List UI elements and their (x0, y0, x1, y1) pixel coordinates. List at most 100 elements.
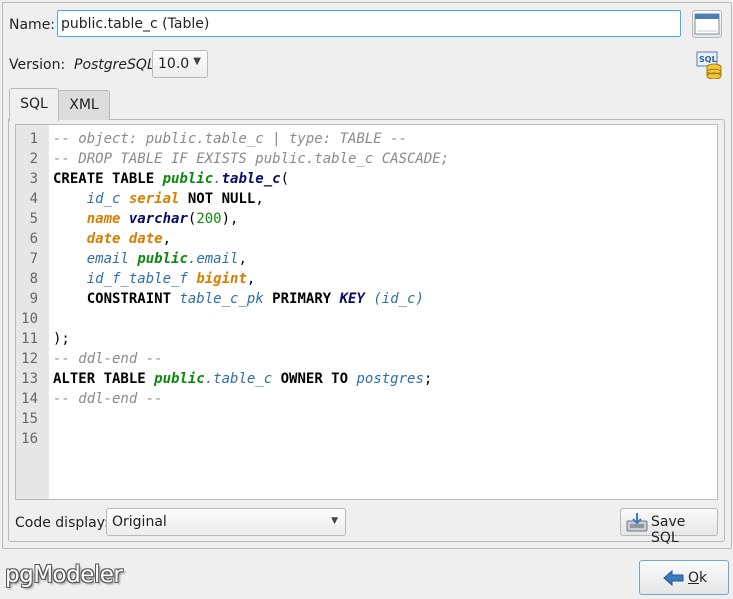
code-token: id_f_table_f (86, 271, 188, 287)
code-text: CREATE TABLE public.table_c( (53, 169, 289, 189)
code-token: public (137, 251, 188, 267)
line-number: 16 (21, 431, 38, 447)
code-token: ), (221, 211, 239, 227)
version-label: Version: (9, 57, 66, 73)
chevron-down-icon: ▼ (331, 516, 338, 526)
code-token: PRIMARY (263, 291, 340, 307)
line-number: 14 (21, 391, 38, 407)
save-sql-button[interactable]: Save SQL (620, 508, 718, 546)
line-number: 7 (29, 251, 38, 267)
name-label: Name: (9, 17, 56, 33)
line-number: 9 (29, 291, 38, 307)
chevron-down-icon: ▼ (193, 56, 201, 67)
line-number: 2 (29, 151, 38, 167)
code-token: ( (280, 171, 290, 187)
tab-sql[interactable]: SQL (9, 88, 59, 121)
line-number: 5 (29, 211, 38, 227)
line-number: 4 (29, 191, 38, 207)
code-token: , (255, 191, 264, 207)
line-number: 6 (29, 231, 38, 247)
app-logo: pgModeler (5, 562, 123, 588)
line-number: 11 (21, 331, 38, 347)
code-token: , (162, 231, 172, 247)
code-text: ALTER TABLE public.table_c OWNER TO post… (53, 369, 432, 389)
code-token: table_c_pk (179, 291, 264, 307)
code-token: -- object: public.table_c | type: TABLE … (53, 131, 408, 147)
code-token: name (86, 211, 121, 227)
code-token: -- DROP TABLE IF EXISTS public.table_c C… (53, 151, 450, 167)
code-token: date (86, 231, 121, 247)
code-token: postgres (356, 371, 424, 387)
code-token: bigint (196, 271, 247, 287)
code-token: varchar (128, 211, 188, 227)
code-text: -- ddl-end -- (53, 389, 163, 409)
code-token: ); (53, 331, 70, 347)
code-token: -- ddl-end -- (53, 351, 163, 367)
version-db-label: PostgreSQL (74, 57, 155, 73)
code-token: . (213, 171, 222, 187)
code-token: id_c (86, 191, 121, 207)
window-icon (694, 13, 720, 35)
line-number: 13 (21, 371, 38, 387)
code-text: name varchar(200), (53, 209, 239, 229)
line-number: 1 (29, 131, 38, 147)
code-text: id_f_table_f bigint, (53, 269, 256, 289)
code-token: serial (128, 191, 180, 207)
line-number: 3 (29, 171, 38, 187)
code-text: -- DROP TABLE IF EXISTS public.table_c C… (53, 149, 449, 169)
code-text: email public.email, (53, 249, 247, 269)
code-token: KEY (339, 291, 365, 307)
code-token: CREATE TABLE (53, 171, 163, 187)
ok-label: Ok (688, 570, 707, 586)
code-text: ); (53, 329, 70, 349)
code-text: CONSTRAINT table_c_pk PRIMARY KEY (id_c) (53, 289, 424, 309)
line-number: 12 (21, 351, 38, 367)
version-select[interactable]: 10.0 ▼ (152, 50, 208, 78)
version-select-value: 10.0 (158, 56, 190, 72)
code-token: .table_c (204, 371, 273, 387)
code-display-label: Code display: (15, 515, 109, 531)
code-text: -- ddl-end -- (53, 349, 163, 369)
name-field[interactable] (57, 10, 681, 37)
line-number: 10 (21, 311, 38, 327)
object-window-button[interactable] (692, 10, 722, 38)
code-display-select[interactable]: Original ▼ (106, 508, 346, 536)
code-token: NOT NULL (179, 191, 256, 207)
code-token: 200 (196, 211, 222, 227)
code-token: .email (187, 251, 239, 267)
svg-text:SQL: SQL (699, 55, 717, 64)
code-token: (id_c) (373, 291, 424, 307)
arrow-left-icon (663, 569, 684, 587)
sql-database-icon: SQL (696, 51, 722, 80)
code-text: date date, (53, 229, 171, 249)
code-token: ALTER TABLE (53, 371, 155, 387)
code-token: , (246, 271, 256, 287)
save-sql-label: Save SQL (651, 514, 686, 546)
code-token: table_c (221, 171, 281, 187)
code-token: -- ddl-end -- (53, 391, 163, 407)
ok-label-rest: k (699, 570, 708, 586)
save-icon (626, 513, 648, 532)
code-token: email (86, 251, 129, 267)
code-token: public (154, 371, 205, 387)
code-token: OWNER TO (272, 371, 357, 387)
code-text: -- object: public.table_c | type: TABLE … (53, 129, 407, 149)
line-number: 8 (29, 271, 38, 287)
code-text: id_c serial NOT NULL, (53, 189, 264, 209)
tab-xml[interactable]: XML (58, 90, 110, 120)
code-token: ; (423, 371, 433, 387)
ok-label-mnemonic: O (688, 570, 700, 586)
sql-code-editor[interactable]: 1 -- object: public.table_c | type: TABLE… (15, 124, 718, 500)
sql-source-button[interactable]: SQL (696, 51, 723, 80)
ok-button[interactable]: Ok (639, 560, 729, 595)
code-token: date (128, 231, 163, 247)
code-token: CONSTRAINT (86, 291, 172, 307)
